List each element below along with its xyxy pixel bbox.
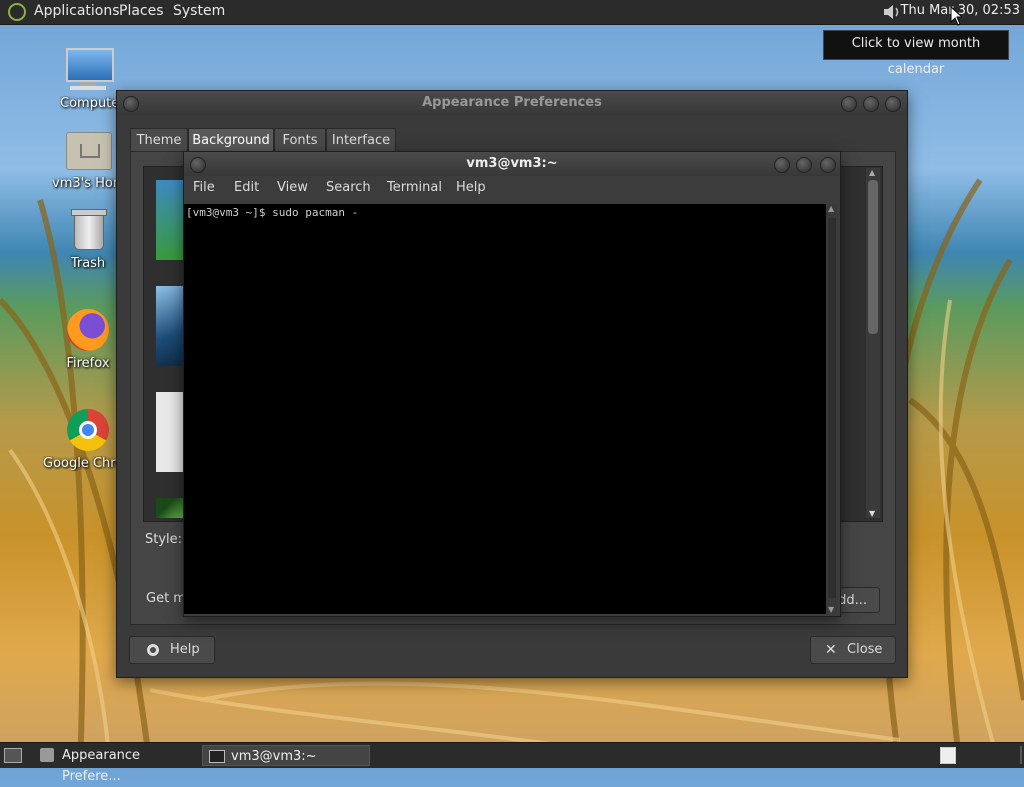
workspace-switcher-icon[interactable] — [940, 747, 956, 764]
taskbar-item-terminal[interactable]: vm3@vm3:~ — [202, 745, 370, 766]
menu-view[interactable]: View — [277, 180, 308, 195]
desktop-icon-label: vm3's Home — [52, 176, 116, 191]
wallpaper-thumbnail[interactable] — [156, 180, 184, 260]
show-desktop-icon[interactable] — [4, 748, 22, 763]
appearance-app-icon — [40, 748, 54, 762]
scroll-down-arrow-icon[interactable]: ▼ — [828, 605, 834, 614]
taskbar-item-label: Appearance Prefere... — [62, 748, 141, 784]
menu-places[interactable]: Places — [119, 0, 164, 24]
desktop-icon-label: Computer — [60, 96, 116, 111]
help-button-label: Help — [170, 642, 200, 657]
firefox-icon — [64, 306, 112, 354]
computer-icon — [64, 46, 114, 94]
terminal-scrollbar[interactable]: ▲ ▼ — [826, 204, 838, 614]
mouse-cursor-icon — [950, 6, 962, 26]
top-panel: Applications Places System Thu Mar 30, 0… — [0, 0, 1024, 25]
terminal-app-icon — [209, 750, 225, 763]
scroll-down-arrow-icon[interactable]: ▼ — [869, 509, 875, 518]
scroll-up-arrow-icon[interactable]: ▲ — [869, 168, 875, 177]
scroll-up-arrow-icon[interactable]: ▲ — [828, 204, 834, 213]
calendar-tooltip: Click to view month calendar — [823, 30, 1009, 77]
window-menu-button[interactable] — [123, 96, 139, 112]
taskbar-item-appearance[interactable]: Appearance Prefere... — [34, 745, 196, 784]
scrollbar-thumb[interactable] — [868, 180, 878, 334]
home-folder-icon — [64, 126, 112, 174]
wallpaper-thumbnail[interactable] — [156, 286, 184, 366]
menu-system[interactable]: System — [173, 0, 225, 24]
menu-terminal[interactable]: Terminal — [387, 180, 442, 195]
taskbar-divider — [1020, 746, 1022, 764]
menu-search[interactable]: Search — [326, 180, 371, 195]
terminal-title: vm3@vm3:~ — [466, 156, 558, 171]
close-icon: ✕ — [825, 642, 837, 658]
distro-logo-icon[interactable] — [8, 3, 26, 21]
minimize-button[interactable] — [841, 96, 857, 112]
menu-help[interactable]: Help — [456, 180, 486, 195]
close-window-button[interactable] — [885, 96, 901, 112]
chrome-icon — [64, 406, 112, 454]
window-menu-button[interactable] — [190, 157, 206, 173]
menu-edit[interactable]: Edit — [234, 180, 259, 195]
add-button-label: dd... — [838, 593, 867, 608]
maximize-button[interactable] — [796, 157, 812, 173]
menu-applications[interactable]: Applications — [34, 0, 120, 24]
wallpaper-thumbnail[interactable] — [156, 498, 184, 518]
menu-file[interactable]: File — [193, 180, 215, 195]
close-window-button[interactable] — [820, 157, 836, 173]
terminal-line: [vm3@vm3 ~]$ sudo pacman - — [186, 206, 359, 219]
close-button-label: Close — [847, 642, 883, 657]
taskbar-item-label: vm3@vm3:~ — [231, 749, 317, 764]
wallpaper-list-scrollbar[interactable]: ▲ ▼ — [866, 168, 880, 518]
style-label: Style: — [145, 532, 183, 547]
terminal-titlebar[interactable]: vm3@vm3:~ — [184, 152, 840, 176]
window-title: Appearance Preferences — [422, 95, 602, 110]
close-button[interactable]: ✕ Close — [810, 636, 896, 664]
trash-icon — [64, 206, 112, 254]
window-titlebar[interactable]: Appearance Preferences — [117, 91, 907, 115]
get-more-link[interactable]: Get m — [146, 591, 186, 606]
bottom-taskbar: Appearance Prefere... vm3@vm3:~ — [0, 742, 1024, 784]
terminal-screen[interactable]: [vm3@vm3 ~]$ sudo pacman - — [184, 204, 826, 614]
desktop-icon-label: Google Chrome — [43, 456, 117, 471]
volume-icon[interactable] — [882, 3, 902, 21]
scrollbar-thumb[interactable] — [828, 218, 836, 598]
minimize-button[interactable] — [774, 157, 790, 173]
wallpaper-thumbnail[interactable] — [156, 392, 184, 472]
help-icon — [147, 644, 159, 656]
maximize-button[interactable] — [863, 96, 879, 112]
help-button[interactable]: Help — [129, 636, 215, 664]
